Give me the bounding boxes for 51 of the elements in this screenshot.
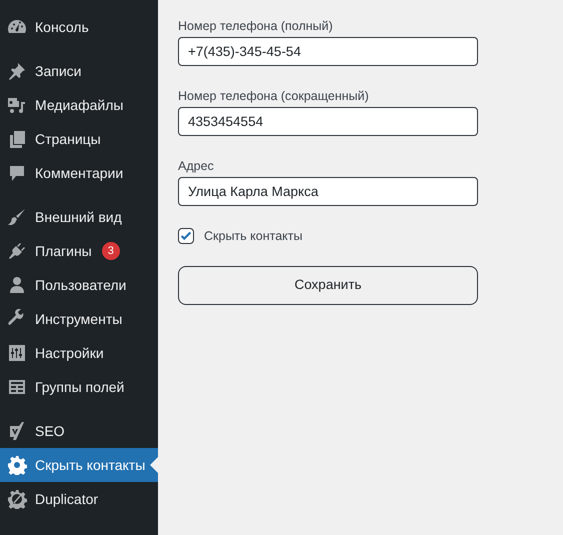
sidebar-item[interactable]: Медиафайлы (0, 88, 158, 122)
sidebar-item[interactable]: Инструменты (0, 302, 158, 336)
pushpin-icon (7, 61, 27, 81)
field-label: Номер телефона (полный) (178, 18, 334, 34)
field-label: Номер телефона (сокращенный) (178, 88, 370, 104)
checkbox[interactable] (178, 228, 194, 244)
sidebar-item-label: Консоль (35, 18, 89, 36)
sidebar-item[interactable]: Пользователи (0, 268, 158, 302)
sidebar-item[interactable]: SEO (0, 414, 158, 448)
plug-icon (7, 241, 27, 261)
input-field[interactable]: 4353454554 (178, 107, 478, 136)
crossed-gear-icon (7, 489, 27, 509)
checkbox-label: Скрыть контакты (204, 228, 302, 245)
sidebar-item[interactable]: Настройки (0, 336, 158, 370)
person-icon (7, 275, 27, 295)
table-icon (7, 377, 27, 397)
input-field[interactable]: +7(435)-345-45-54 (178, 37, 478, 66)
sidebar-item-label: Duplicator (35, 490, 98, 509)
sidebar-item-label: Страницы (35, 130, 101, 149)
count-badge: 3 (102, 242, 120, 260)
sidebar-item-label: Группы полей (35, 378, 124, 397)
sidebar-item-label: Инструменты (35, 310, 122, 329)
seo-shield-icon (7, 421, 27, 441)
sidebar-item-label: Внешний вид (35, 208, 122, 227)
sidebar-item[interactable]: Группы полей (0, 370, 158, 404)
input-field[interactable]: Улица Карла Маркса (178, 177, 478, 206)
settings-icon (7, 455, 27, 475)
sidebar-item[interactable]: Скрыть контакты (0, 448, 158, 482)
sidebar-item-label: Медиафайлы (35, 96, 124, 115)
save-button[interactable]: Сохранить (178, 266, 478, 305)
sidebar-item[interactable]: Плагины 3 (0, 234, 158, 268)
sidebar-item-label: Настройки (35, 344, 104, 363)
current-pointer-icon (150, 457, 158, 473)
sidebar-item[interactable]: Внешний вид (0, 200, 158, 234)
sidebar-item-label: Записи (35, 62, 82, 80)
sliders-icon (7, 343, 27, 363)
sidebar-item-label: Скрыть контакты (35, 456, 146, 475)
sidebar-item-label: Плагины (35, 242, 92, 260)
media-icon (7, 95, 27, 115)
sidebar-item[interactable]: Записи (0, 54, 158, 88)
speech-bubble-icon (7, 163, 27, 183)
field-label: Адрес (178, 158, 215, 174)
sidebar-item-label: SEO (35, 422, 65, 440)
sidebar-item[interactable]: Консоль (0, 10, 158, 44)
pages-icon (7, 129, 27, 149)
sidebar-item-label: Пользователи (35, 276, 126, 294)
paintbrush-icon (7, 207, 27, 227)
sidebar-item[interactable]: Комментарии (0, 156, 158, 190)
sidebar-item[interactable]: Duplicator (0, 482, 158, 516)
sidebar-item[interactable]: Страницы (0, 122, 158, 156)
sidebar-item-label: Комментарии (35, 164, 124, 183)
